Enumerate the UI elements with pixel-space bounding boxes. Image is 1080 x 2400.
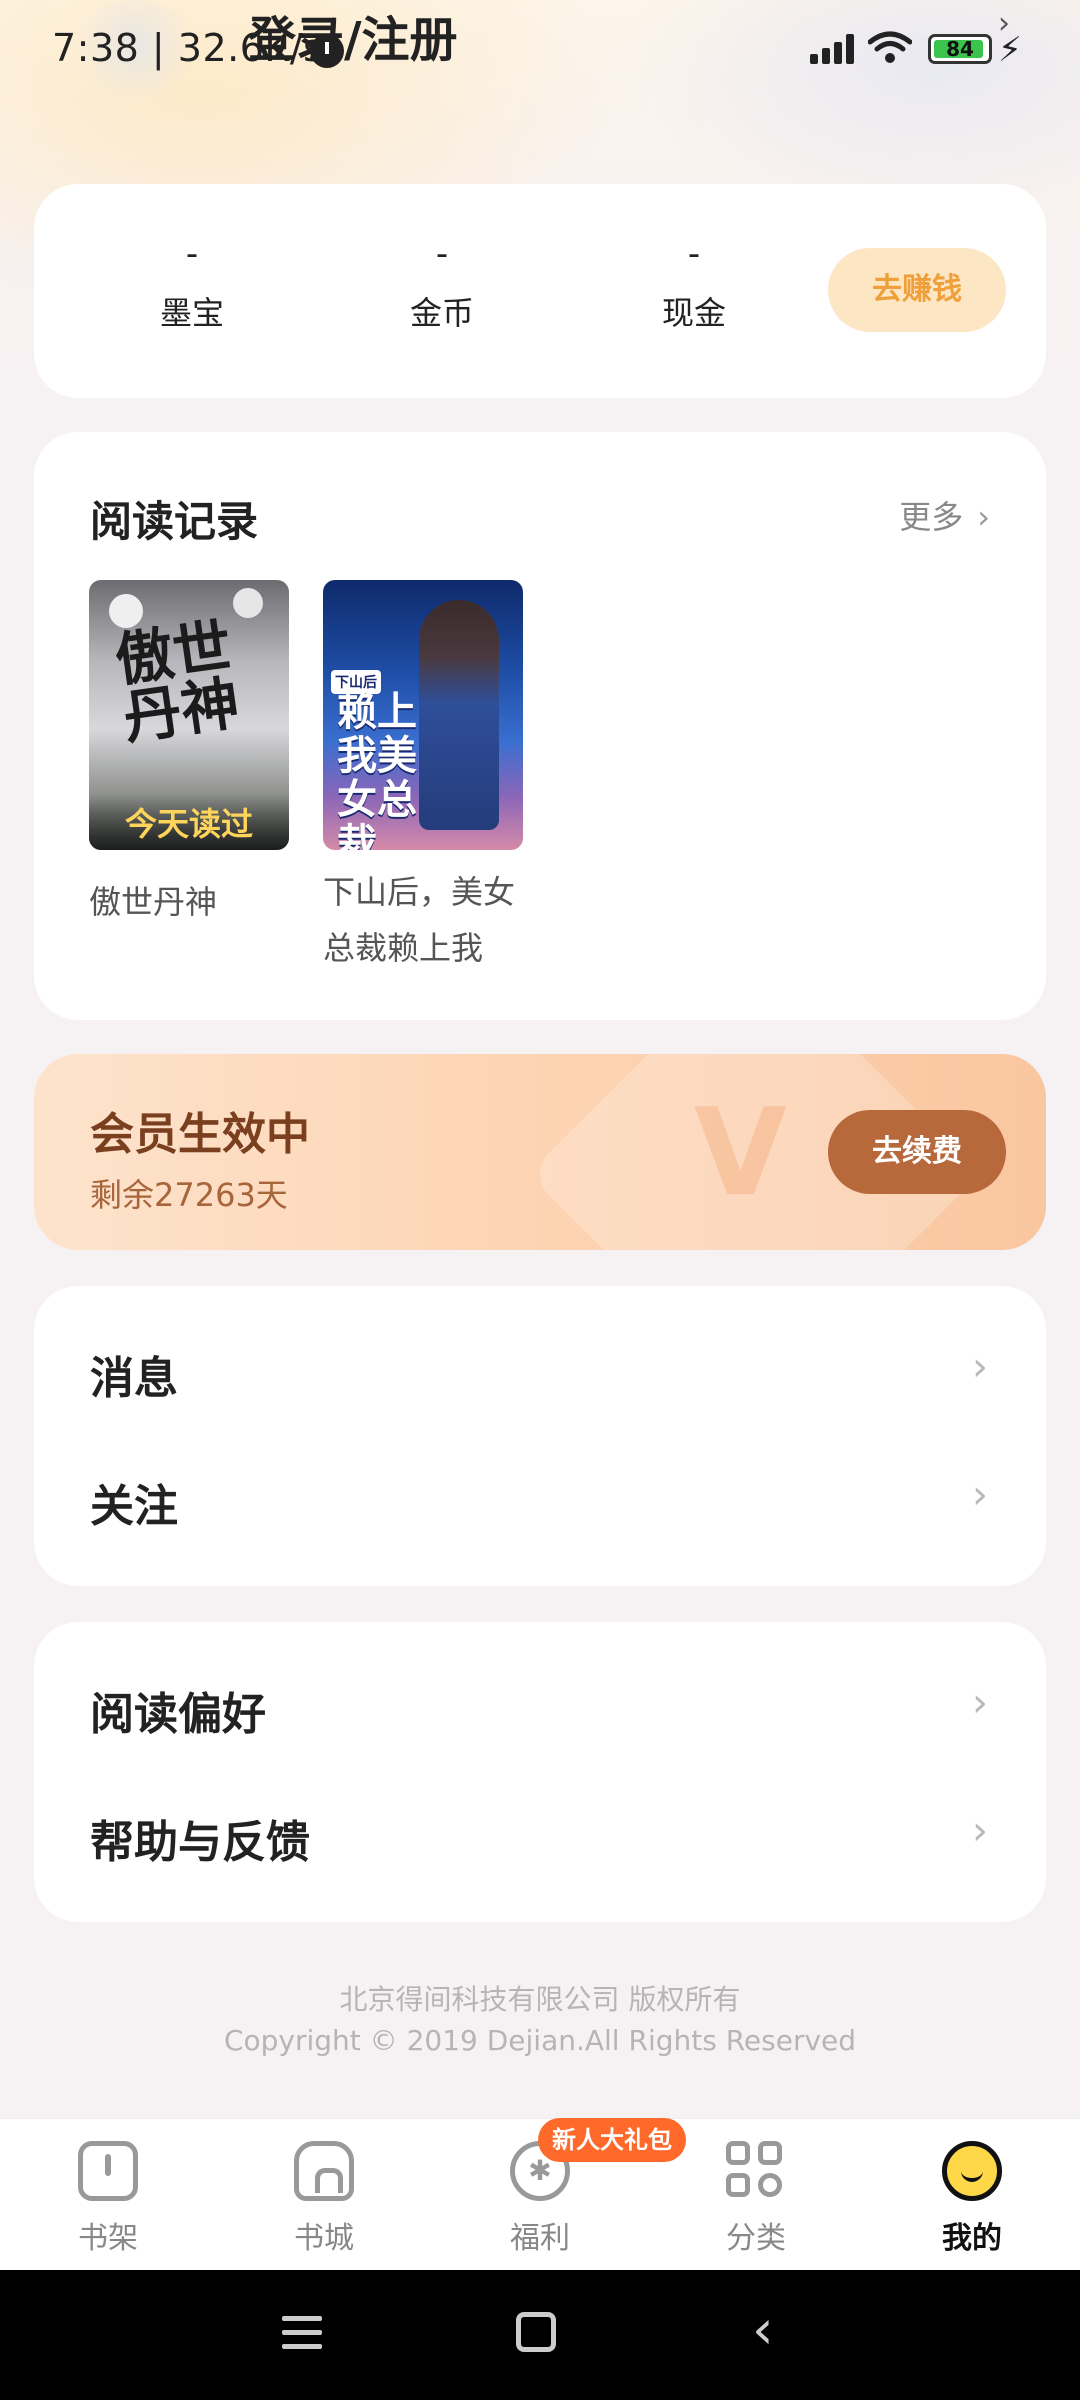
cover-title-art: 傲世丹神 [111,611,244,753]
menu-item-help-feedback[interactable]: 帮助与反馈 › [34,1772,1046,1900]
tab-label: 书架 [78,2221,138,2256]
back-icon[interactable]: ‹ [752,2298,774,2361]
login-register-link[interactable]: 登录/注册 [248,0,458,70]
tab-category[interactable]: 分类 [696,2141,816,2257]
menu-item-reading-preference[interactable]: 阅读偏好 › [34,1644,1046,1772]
newbie-gift-badge[interactable]: 新人大礼包 [538,2118,686,2162]
assets-card: - 墨宝 - 金币 - 现金 去赚钱 [34,184,1046,398]
tab-label: 书城 [294,2221,354,2256]
book-cover[interactable]: 下山后 赖上我美女总裁 [323,580,523,850]
profile-page: 7:38 | 32.6K/s 登录/注册 84 › ⚡ - 墨宝 - 金币 - … [0,0,1080,2400]
section-title: 阅读记录 [90,497,259,546]
bookstore-icon [294,2141,354,2201]
chevron-right-icon: › [972,1472,988,1518]
menu-label: 阅读偏好 [90,1689,266,1740]
cover-title-art: 赖上我美女总裁 [337,689,417,850]
book-title-line: 总裁赖上我 [323,929,484,967]
vip-status-title: 会员生效中 [90,1109,310,1160]
tab-label: 分类 [726,2221,786,2256]
asset-value: - [185,234,199,274]
book-item[interactable]: 傲世丹神 今天读过 傲世丹神 [89,580,289,930]
menu-item-messages[interactable]: 消息 › [34,1308,1046,1436]
status-bar: 7:38 | 32.6K/s 登录/注册 84 › ⚡ [0,0,1080,100]
menu-label: 消息 [90,1353,178,1404]
battery-level: 84 [946,37,974,61]
book-title: 傲世丹神 [89,883,218,921]
menu-label: 关注 [90,1481,178,1532]
copyright-notice: Copyright © 2019 Dejian.All Rights Reser… [223,2024,857,2057]
asset-coins[interactable]: - 金币 [352,234,532,334]
tab-label: 我的 [942,2221,1002,2256]
book-cover[interactable]: 傲世丹神 今天读过 [89,580,289,850]
asset-label: 现金 [661,294,726,332]
company-copyright: 北京得间科技有限公司 版权所有 [339,1983,741,2016]
vip-v-icon: V [694,1084,787,1223]
chevron-right-icon: › [977,498,990,536]
vip-remaining-days: 剩余27263天 [90,1176,288,1214]
reading-history-card: 阅读记录 更多 › 傲世丹神 今天读过 傲世丹神 下山后 赖上我美女总裁 下山后，… [34,432,1046,1020]
tab-bookstore[interactable]: 书城 [264,2141,384,2257]
charging-icon: ⚡ [998,30,1022,70]
wifi-icon [868,31,912,63]
book-title-line: 下山后，美女 [323,873,516,911]
battery-icon: 84 [928,34,992,64]
asset-label: 墨宝 [159,294,224,332]
chevron-right-icon: › [972,1680,988,1726]
asset-value: - [435,234,449,274]
chevron-right-icon: › [972,1808,988,1854]
asset-value: - [687,234,701,274]
menu-icon[interactable] [282,2312,326,2352]
earn-money-button[interactable]: 去赚钱 [828,248,1006,332]
book-item[interactable]: 下山后 赖上我美女总裁 下山后，美女 总裁赖上我 [323,580,543,976]
menu-item-follow[interactable]: 关注 › [34,1436,1046,1564]
asset-cash[interactable]: - 现金 [604,234,784,334]
bookshelf-icon [78,2141,138,2201]
asset-mobao[interactable]: - 墨宝 [102,234,282,334]
home-icon[interactable] [516,2312,556,2352]
menu-group-1: 消息 › 关注 › [34,1286,1046,1586]
menu-group-2: 阅读偏好 › 帮助与反馈 › [34,1622,1046,1922]
system-navigation-bar: ‹ [0,2270,1080,2400]
more-label: 更多 [899,498,964,536]
tab-profile[interactable]: 我的 [912,2141,1032,2257]
chevron-right-icon: › [972,1344,988,1390]
alarm-icon [310,34,344,68]
profile-icon [942,2141,1002,2201]
tab-bookshelf[interactable]: 书架 [48,2141,168,2257]
more-link[interactable]: 更多 › [899,492,990,538]
asset-label: 金币 [409,294,474,332]
tab-label: 福利 [510,2221,570,2256]
book-title: 下山后，美女 总裁赖上我 [323,864,543,976]
category-icon [726,2141,786,2201]
renew-button[interactable]: 去续费 [828,1110,1006,1194]
signal-icon [810,34,858,64]
vip-banner[interactable]: V 会员生效中 剩余27263天 去续费 [34,1054,1046,1250]
menu-label: 帮助与反馈 [90,1817,310,1868]
read-today-badge: 今天读过 [89,794,289,850]
